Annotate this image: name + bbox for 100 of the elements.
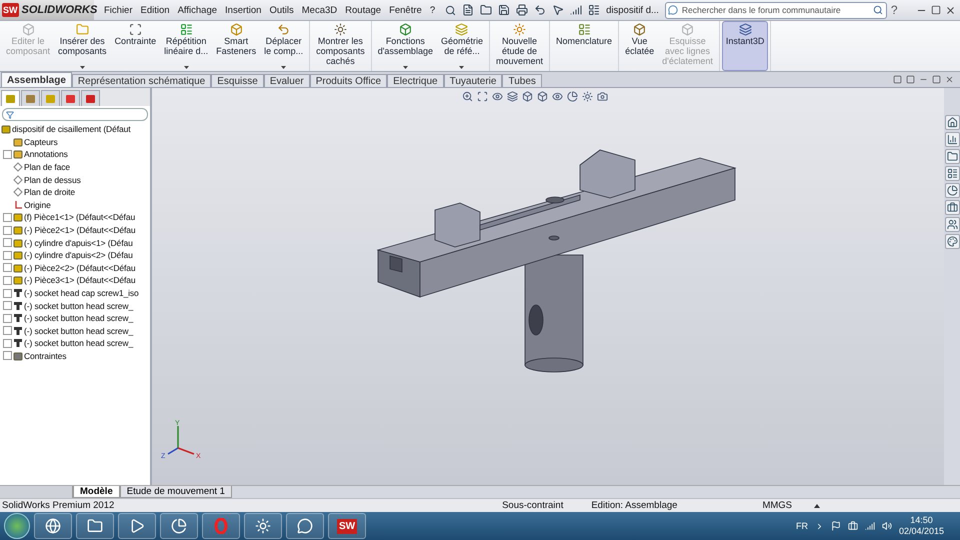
tree-item[interactable]: (-) socket button head screw_: [24, 338, 134, 348]
tile-icon[interactable]: [893, 75, 902, 84]
speaker-icon[interactable]: [882, 521, 892, 531]
tree-item[interactable]: (-) socket button head screw_: [24, 326, 134, 336]
expand-toggle[interactable]: [3, 288, 12, 298]
tab[interactable]: Tuyauterie: [444, 74, 502, 87]
tab[interactable]: Représentation schématique: [72, 74, 212, 87]
tab[interactable]: Assemblage: [1, 72, 72, 87]
play-icon[interactable]: [118, 513, 156, 539]
hide-show-icon[interactable]: [552, 91, 563, 102]
tree-item[interactable]: Contraintes: [24, 350, 66, 361]
palette-icon[interactable]: [944, 234, 960, 249]
close-icon[interactable]: [945, 75, 954, 84]
restore-icon[interactable]: [932, 75, 941, 84]
ribbon-command[interactable]: Contrainte: [110, 21, 160, 71]
folder-icon[interactable]: [944, 149, 960, 164]
globe-icon[interactable]: [34, 513, 72, 539]
restore-icon[interactable]: [931, 5, 941, 15]
tab[interactable]: Etude de mouvement 1: [120, 486, 232, 498]
tree-item[interactable]: dispositif de cisaillement (Défaut: [12, 124, 130, 134]
filter-field[interactable]: [2, 108, 148, 121]
start-button[interactable]: [4, 513, 30, 539]
tree-item[interactable]: (f) Pièce1<1> (Défaut<<Défau: [24, 212, 136, 222]
help-button[interactable]: ?: [886, 3, 902, 17]
flag-icon[interactable]: [830, 521, 841, 531]
ribbon-command[interactable]: Vue éclatée: [621, 21, 658, 71]
tree-item[interactable]: (-) cylindre d'apuis<2> (Défau: [24, 250, 133, 260]
select-icon[interactable]: [552, 4, 564, 16]
tree-item[interactable]: (-) socket button head screw_: [24, 313, 134, 324]
tab[interactable]: Produits Office: [310, 74, 388, 87]
zoom-area-icon[interactable]: [477, 91, 488, 102]
zoom-icon[interactable]: [462, 91, 473, 102]
signal-icon[interactable]: [864, 521, 875, 531]
ribbon-command[interactable]: Montrer les composants cachés: [312, 21, 369, 71]
open-folder-icon[interactable]: [480, 4, 492, 16]
print-icon[interactable]: [516, 4, 528, 16]
solidworks-app-button[interactable]: SW: [328, 513, 366, 539]
expand-toggle[interactable]: [3, 351, 12, 360]
menu-item[interactable]: Fichier: [100, 4, 137, 16]
close-icon[interactable]: [945, 4, 956, 16]
tree-item[interactable]: Capteurs: [24, 136, 58, 147]
expand-toggle[interactable]: [3, 314, 12, 323]
tab[interactable]: Esquisse: [211, 74, 264, 87]
tree-item[interactable]: Plan de face: [24, 162, 70, 172]
scene-icon[interactable]: [582, 91, 593, 102]
ribbon-command[interactable]: Smart Fasteners: [212, 21, 260, 71]
caret-icon[interactable]: [814, 504, 820, 508]
ribbon-command[interactable]: Nomenclature: [552, 21, 616, 71]
ribbon-command[interactable]: Déplacer le comp...: [260, 21, 308, 71]
expand-toggle[interactable]: [3, 326, 12, 336]
expand-toggle[interactable]: [3, 263, 12, 272]
menu-item[interactable]: Outils: [265, 4, 298, 16]
briefcase-icon[interactable]: [944, 200, 960, 215]
display-style-icon[interactable]: [537, 91, 548, 102]
panel-tab[interactable]: [61, 90, 80, 106]
expand-toggle[interactable]: [3, 238, 12, 248]
tree-item[interactable]: Plan de droite: [24, 187, 76, 198]
view-settings-icon[interactable]: [597, 91, 608, 102]
panel-tab[interactable]: [1, 90, 20, 106]
ribbon-command[interactable]: Fonctions d'assemblage: [374, 21, 437, 71]
menu-item[interactable]: Routage: [341, 4, 386, 16]
menu-item[interactable]: Edition: [136, 4, 174, 16]
save-icon[interactable]: [498, 4, 510, 16]
tab-scroll-bar[interactable]: [0, 486, 73, 498]
tab[interactable]: Modèle: [73, 486, 120, 498]
tile-icon[interactable]: [906, 75, 915, 84]
ribbon-command[interactable]: Insérer des composants: [54, 21, 111, 71]
search-icon[interactable]: [872, 4, 883, 14]
clock[interactable]: 14:50 02/04/2015: [898, 515, 944, 537]
home-icon[interactable]: [944, 115, 960, 130]
units-text[interactable]: MMGS: [762, 500, 792, 511]
expand-toggle[interactable]: [3, 150, 12, 159]
section-view-icon[interactable]: [507, 91, 518, 102]
tree-item[interactable]: Plan de dessus: [24, 174, 81, 185]
options-icon[interactable]: [588, 4, 600, 16]
tree-item[interactable]: (-) Pièce3<1> (Défaut<<Défau: [24, 275, 136, 286]
expand-toggle[interactable]: [3, 226, 12, 235]
tab[interactable]: Evaluer: [264, 74, 310, 87]
ribbon-command[interactable]: Instant3D: [722, 21, 768, 71]
new-document-icon[interactable]: [462, 4, 474, 16]
panel-tab[interactable]: [21, 90, 40, 106]
menu-item[interactable]: Meca3D: [298, 4, 342, 16]
expand-toggle[interactable]: [3, 276, 12, 285]
ribbon-command[interactable]: Géométrie de réfé...: [436, 21, 487, 71]
menu-item[interactable]: Insertion: [221, 4, 266, 16]
ribbon-command[interactable]: Nouvelle étude de mouvement: [492, 21, 548, 71]
undo-icon[interactable]: [534, 4, 546, 16]
forum-icon[interactable]: [944, 217, 960, 232]
tree-item[interactable]: (-) Pièce2<1> (Défaut<<Défau: [24, 225, 136, 236]
appearance-icon[interactable]: [944, 183, 960, 198]
view-palette-icon[interactable]: [944, 166, 960, 181]
language-indicator[interactable]: FR: [796, 521, 808, 531]
tree-item[interactable]: (-) Pièce2<2> (Défaut<<Défau: [24, 262, 136, 273]
search-field[interactable]: Rechercher dans le forum communautaire: [664, 2, 887, 18]
tree-item[interactable]: (-) socket button head screw_: [24, 300, 134, 311]
tree-item[interactable]: Annotations: [24, 149, 68, 160]
appearance-icon[interactable]: [567, 91, 578, 102]
ribbon-command[interactable]: Répétition linéaire d...: [160, 21, 212, 71]
tree-item[interactable]: Origine: [24, 200, 51, 210]
previous-view-icon[interactable]: [492, 91, 503, 102]
